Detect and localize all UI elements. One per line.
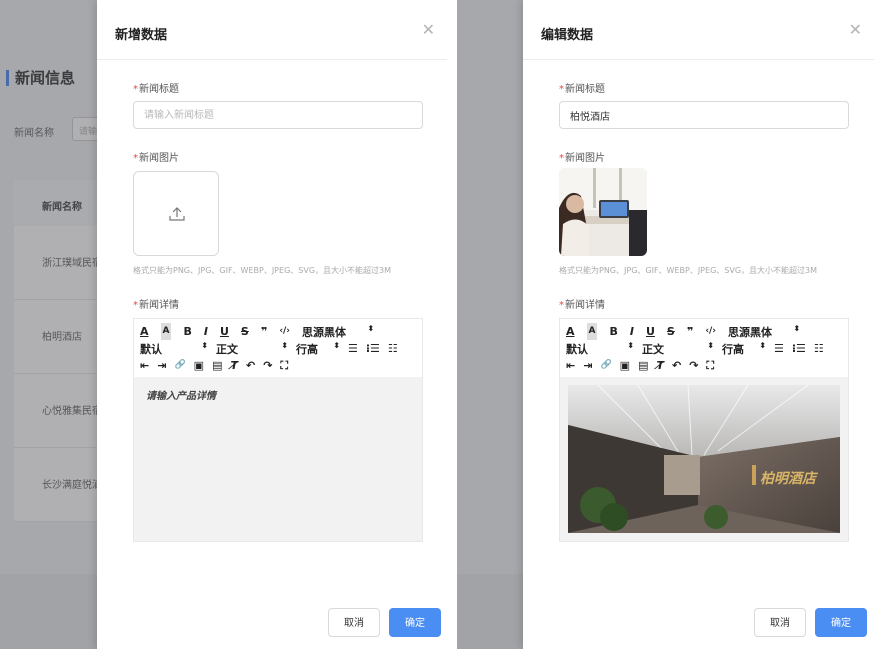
align-icon[interactable]: ☰ (774, 340, 784, 357)
rich-text-editor: A A B I U S ❞ ‹/› 思源黑体 ⬍ 默认 ⬍ 正文 ⬍ 行高 ⬍ ☰ ⁝☰… (133, 318, 423, 542)
bullet-list-icon[interactable]: ☷ (388, 340, 398, 357)
redo-icon[interactable]: ↷ (263, 357, 272, 374)
link-icon[interactable]: 🔗 (174, 357, 185, 374)
bullet-list-icon[interactable]: ☷ (814, 340, 824, 357)
image-icon[interactable]: ▣ (620, 357, 630, 374)
strikethrough-button[interactable]: S (241, 323, 249, 340)
clear-format-icon[interactable]: T̸ (230, 357, 238, 374)
editor-content-area[interactable]: 柏明酒店 (560, 377, 848, 541)
indent-icon[interactable]: ⇤ (566, 357, 575, 374)
ordered-list-icon[interactable]: ⁝☰ (792, 340, 806, 357)
editor-toolbar: A A B I U S ❞ ‹/› 思源黑体 ⬍ 默认 ⬍ 正文 ⬍ 行高 ⬍ ☰ ⁝☰… (134, 319, 422, 377)
news-image-thumbnail[interactable] (559, 168, 647, 256)
drawer-title: 编辑数据 (541, 28, 594, 43)
ordered-list-icon[interactable]: ⁝☰ (366, 340, 380, 357)
code-icon[interactable]: ‹/› (705, 323, 716, 340)
align-icon[interactable]: ☰ (348, 340, 358, 357)
underline-button[interactable]: U (220, 323, 229, 340)
cancel-button[interactable]: 取消 (754, 608, 806, 637)
detail-field-label: *新闻详情 (559, 300, 605, 311)
add-panel: 新闻信息 新闻名称 请输 新闻名称 浙江璞域民宿 柏明酒店 心悦雅集民宿 长沙满… (0, 0, 447, 649)
rich-text-editor: A A B I U S ❞ ‹/› 思源黑体 ⬍ 默认 ⬍ 正文 ⬍ 行高 ⬍ ☰ ⁝☰… (559, 318, 849, 542)
link-icon[interactable]: 🔗 (600, 357, 611, 374)
strikethrough-button[interactable]: S (667, 323, 675, 340)
underline-button[interactable]: U (646, 323, 655, 340)
bold-button[interactable]: B (183, 323, 191, 340)
drawer-header: 新增数据 ✕ (97, 0, 447, 60)
upload-hint: 格式只能为PNG、JPG、GIF、WEBP、JPEG、SVG，且大小不能超过3M (559, 266, 818, 275)
undo-icon[interactable]: ↶ (672, 357, 681, 374)
image-field-label: *新闻图片 (559, 153, 605, 164)
title-field-label: *新闻标题 (559, 84, 605, 95)
confirm-button[interactable]: 确定 (815, 608, 867, 637)
editor-content-area[interactable]: 请输入产品详情 (134, 377, 422, 541)
quote-icon[interactable]: ❞ (261, 323, 267, 340)
close-icon[interactable]: ✕ (422, 22, 435, 38)
italic-button[interactable]: I (204, 323, 208, 340)
font-family-select[interactable]: 思源黑体 ⬍ (302, 324, 374, 340)
cancel-button[interactable]: 取消 (328, 608, 380, 637)
office-photo-image (559, 168, 647, 256)
edit-drawer: 编辑数据 ✕ *新闻标题 *新闻图片 格式只能为PNG、JPG、GIF、WEBP… (523, 0, 874, 649)
fullscreen-icon[interactable]: ⛶ (706, 357, 714, 374)
upload-hint: 格式只能为PNG、JPG、GIF、WEBP、JPEG、SVG，且大小不能超过3M (133, 266, 392, 275)
paragraph-select[interactable]: 正文 ⬍ (642, 341, 714, 357)
add-drawer: 新增数据 ✕ *新闻标题 *新闻图片 格式只能为PNG、JPG、GIF、WEBP… (97, 0, 447, 649)
close-icon[interactable]: ✕ (849, 22, 862, 38)
hotel-lobby-image: 柏明酒店 (568, 385, 840, 533)
font-color-button[interactable]: A (566, 323, 575, 340)
news-title-input[interactable] (133, 101, 423, 129)
drawer-header: 编辑数据 ✕ (523, 0, 874, 60)
font-size-select[interactable]: 默认 ⬍ (140, 341, 208, 357)
fullscreen-icon[interactable]: ⛶ (280, 357, 288, 374)
code-icon[interactable]: ‹/› (279, 323, 290, 340)
clear-format-icon[interactable]: T̸ (656, 357, 664, 374)
image-upload-button[interactable] (133, 171, 219, 256)
video-icon[interactable]: ▤ (212, 357, 222, 374)
outdent-icon[interactable]: ⇥ (583, 357, 592, 374)
edit-panel: 编辑数据 ✕ *新闻标题 *新闻图片 格式只能为PNG、JPG、GIF、WEBP… (457, 0, 874, 649)
hotel-sign-text: 柏明酒店 (760, 470, 819, 487)
quote-icon[interactable]: ❞ (687, 323, 693, 340)
paragraph-select[interactable]: 正文 ⬍ (216, 341, 288, 357)
confirm-button[interactable]: 确定 (389, 608, 441, 637)
news-title-input[interactable] (559, 101, 849, 129)
indent-icon[interactable]: ⇤ (140, 357, 149, 374)
font-color-button[interactable]: A (140, 323, 149, 340)
image-field-label: *新闻图片 (133, 153, 179, 164)
outdent-icon[interactable]: ⇥ (157, 357, 166, 374)
font-family-select[interactable]: 思源黑体 ⬍ (728, 324, 800, 340)
font-size-select[interactable]: 默认 ⬍ (566, 341, 634, 357)
undo-icon[interactable]: ↶ (246, 357, 255, 374)
redo-icon[interactable]: ↷ (689, 357, 698, 374)
background-color-button[interactable]: A (586, 323, 598, 340)
title-field-label: *新闻标题 (133, 84, 179, 95)
editor-placeholder: 请输入产品详情 (146, 391, 216, 402)
bold-button[interactable]: B (609, 323, 617, 340)
line-height-select[interactable]: 行高 ⬍ (722, 341, 766, 357)
italic-button[interactable]: I (630, 323, 634, 340)
background-color-button[interactable]: A (160, 323, 172, 340)
drawer-title: 新增数据 (115, 28, 168, 43)
image-icon[interactable]: ▣ (194, 357, 204, 374)
video-icon[interactable]: ▤ (638, 357, 648, 374)
editor-toolbar: A A B I U S ❞ ‹/› 思源黑体 ⬍ 默认 ⬍ 正文 ⬍ 行高 ⬍ ☰ ⁝☰… (560, 319, 848, 377)
upload-icon (169, 207, 185, 221)
detail-field-label: *新闻详情 (133, 300, 179, 311)
line-height-select[interactable]: 行高 ⬍ (296, 341, 340, 357)
